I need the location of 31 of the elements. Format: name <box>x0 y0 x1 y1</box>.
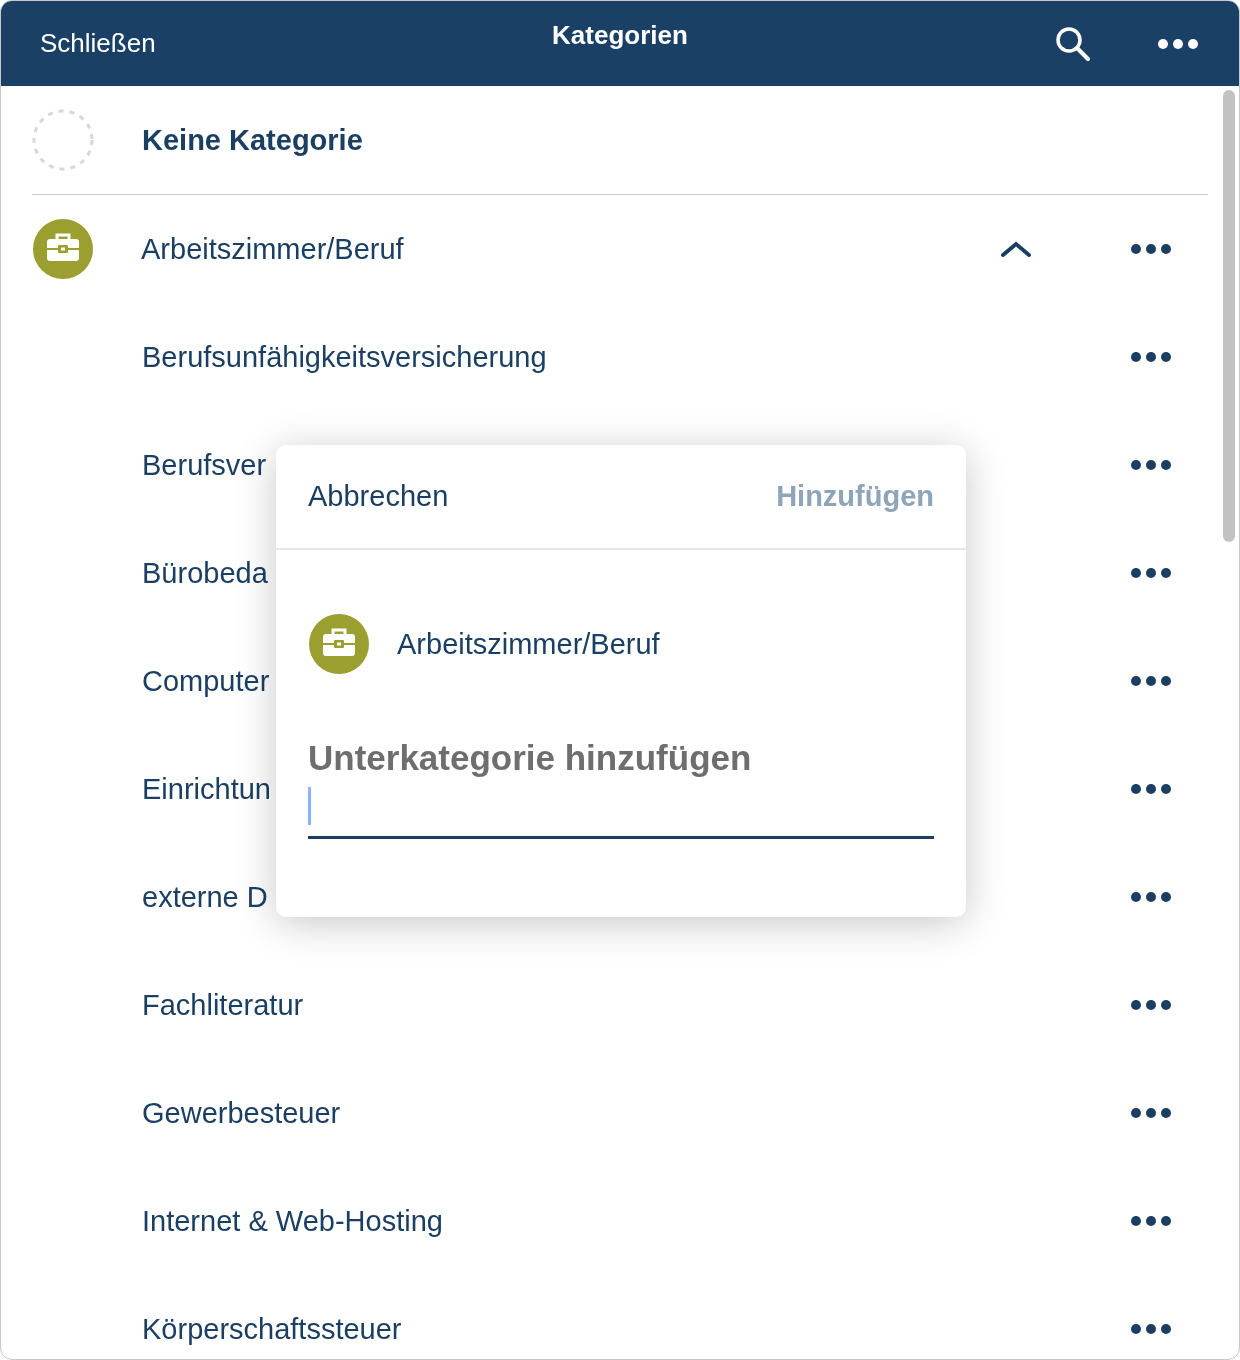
scrollbar[interactable] <box>1223 90 1235 542</box>
briefcase-icon <box>33 219 93 279</box>
text-cursor <box>308 787 311 825</box>
list-item[interactable]: Arbeitszimmer/Beruf <box>141 232 1000 266</box>
window-title: Kategorien <box>552 20 688 51</box>
chevron-up-icon[interactable] <box>1000 240 1032 258</box>
more-icon[interactable] <box>1130 891 1172 903</box>
more-icon[interactable] <box>1130 1215 1172 1227</box>
more-icon[interactable] <box>1130 675 1172 687</box>
briefcase-icon <box>309 614 369 674</box>
search-icon[interactable] <box>1055 25 1091 62</box>
input-field[interactable]: Unterkategorie hinzufügen <box>308 735 934 839</box>
more-icon[interactable] <box>1130 459 1172 471</box>
parent-category: Arbeitszimmer/Beruf <box>397 627 660 661</box>
list-item[interactable]: Gewerbesteuer <box>142 1096 1130 1130</box>
more-icon[interactable] <box>1130 783 1172 795</box>
list-item[interactable]: Keine Kategorie <box>142 123 1172 157</box>
more-icon[interactable] <box>1130 351 1172 363</box>
list-item[interactable]: Berufsunfähigkeitsversicherung <box>142 340 1130 374</box>
close-button[interactable]: Schließen <box>40 28 156 59</box>
list-item[interactable]: Internet & Web-Hosting <box>142 1204 1130 1238</box>
more-icon[interactable] <box>1130 1323 1172 1335</box>
more-icon[interactable] <box>1130 1107 1172 1119</box>
list-item[interactable]: Körperschaftssteuer <box>142 1312 1130 1346</box>
more-icon[interactable] <box>1130 999 1172 1011</box>
more-icon[interactable] <box>1130 243 1172 255</box>
cancel-button[interactable]: Abbrechen <box>308 480 449 513</box>
list-item[interactable]: Fachliteratur <box>142 988 1130 1022</box>
empty-circle-icon <box>32 109 94 171</box>
more-icon[interactable] <box>1157 37 1199 50</box>
more-icon[interactable] <box>1130 567 1172 579</box>
